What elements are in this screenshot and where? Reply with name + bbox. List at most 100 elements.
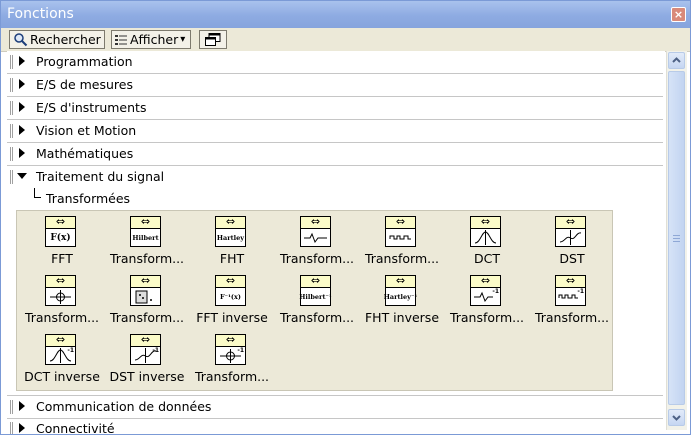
palette-item[interactable]: ⇔ -1 Transform... — [529, 272, 615, 328]
scrollbar-thumb[interactable] — [668, 71, 685, 405]
dst-icon: ⇔ — [555, 215, 586, 247]
icon-header: ⇔ — [131, 274, 160, 288]
inverse-mark-icon: -1 — [67, 347, 74, 354]
icon-glyph — [386, 230, 415, 246]
double-arrow-icon: ⇔ — [55, 274, 66, 287]
palette-item[interactable]: ⇔ Hartley FHT — [189, 213, 275, 269]
double-arrow-icon: ⇔ — [55, 333, 66, 346]
inverse-walsh-icon: ⇔ -1 — [555, 274, 586, 306]
category-signal-processing[interactable]: Traitement du signal — [7, 166, 663, 188]
icon-glyph: Hilbert⁻¹ — [299, 293, 332, 301]
category-instrument-io[interactable]: E/S d'instruments — [7, 97, 663, 120]
category-mathematics[interactable]: Mathématiques — [7, 143, 663, 166]
palette-item-label: Transform... — [364, 251, 440, 266]
palette-item[interactable]: ⇔ DCT — [444, 213, 530, 269]
scroll-down-button[interactable] — [668, 409, 685, 426]
view-menu-label: Afficher — [130, 32, 179, 47]
category-data-communication[interactable]: Communication de données — [7, 395, 663, 419]
inverse-hilbert-icon: ⇔ Hilbert⁻¹ — [299, 274, 332, 306]
expand-arrow-icon — [19, 79, 25, 89]
drag-grip-icon — [10, 147, 13, 161]
double-arrow-icon: ⇔ — [140, 274, 151, 287]
drag-grip-icon — [10, 400, 13, 414]
drag-grip-icon — [10, 422, 13, 434]
icon-glyph: Hartley⁻¹ — [383, 293, 418, 301]
icon-header: ⇔ — [131, 333, 160, 347]
palette-item[interactable]: ⇔ Transform... — [19, 272, 105, 328]
icon-header: ⇔ — [386, 215, 415, 229]
chirp-icon: ⇔ — [45, 274, 76, 306]
double-arrow-icon: ⇔ — [310, 274, 321, 287]
inverse-hartley-icon: ⇔ Hartley⁻¹ — [383, 274, 418, 306]
icon-glyph — [131, 289, 160, 305]
drag-grip-icon — [10, 101, 13, 115]
icon-header: ⇔ — [131, 215, 160, 229]
palette-item[interactable]: ⇔ Transform... — [104, 272, 190, 328]
palette-item[interactable]: ⇔ -1 Transform... — [444, 272, 530, 328]
palette-item[interactable]: ⇔ Hilbert Transform... — [104, 213, 190, 269]
fft-2d-icon: ⇔ — [130, 274, 161, 306]
palette-item-label: Transform... — [449, 310, 525, 325]
palette-item[interactable]: ⇔ -1 Transform... — [189, 331, 275, 387]
palette-item[interactable]: ⇔ DST — [529, 213, 615, 269]
double-arrow-icon: ⇔ — [225, 333, 236, 346]
search-icon — [14, 33, 28, 47]
icon-glyph: Hartley — [216, 234, 245, 242]
scroll-up-button[interactable] — [668, 52, 685, 69]
expand-arrow-icon — [19, 423, 25, 433]
icon-glyph: Hilbert — [132, 234, 159, 242]
palette-item-label: FFT inverse — [196, 310, 268, 325]
palette-item[interactable]: ⇔ -1 DST inverse — [104, 331, 190, 387]
palette-item-label: DST — [559, 251, 585, 266]
category-measurement-io[interactable]: E/S de mesures — [7, 74, 663, 97]
double-arrow-icon: ⇔ — [565, 274, 576, 287]
category-connectivity[interactable]: Connectivité — [7, 418, 663, 434]
palette-item[interactable]: ⇔ Transform... — [274, 213, 360, 269]
icon-header: ⇔ — [216, 333, 245, 347]
inverse-mark-icon: -1 — [237, 347, 244, 354]
close-button[interactable]: × — [671, 7, 686, 22]
functions-palette-window: Fonctions × Rechercher Afficher ▾ Progra… — [0, 0, 691, 435]
palette-item-label: FFT — [51, 251, 73, 266]
palette-item-label: Transform... — [279, 251, 355, 266]
palette-item[interactable]: ⇔ Hartley⁻¹ FHT inverse — [359, 272, 445, 328]
palette-item[interactable]: ⇔ F⁻¹(x) FFT inverse — [189, 272, 275, 328]
palette-item[interactable]: ⇔ -1 DCT inverse — [19, 331, 105, 387]
view-options-icon — [115, 34, 127, 45]
icon-header: ⇔ — [556, 215, 585, 229]
restore-palette-button[interactable] — [199, 30, 227, 49]
double-arrow-icon: ⇔ — [395, 274, 406, 287]
palette-item-label: FHT inverse — [364, 310, 440, 325]
wavelet-icon: ⇔ — [300, 215, 331, 247]
inverse-wavelet-icon: ⇔ -1 — [470, 274, 501, 306]
palette-item[interactable]: ⇔ F(x) FFT — [19, 213, 105, 269]
icon-header: ⇔ — [471, 215, 500, 229]
window-restore-icon — [205, 33, 221, 46]
icon-header: ⇔ — [386, 274, 415, 288]
inverse-fft-icon: ⇔ F⁻¹(x) — [215, 274, 246, 306]
icon-header: ⇔ — [216, 215, 245, 229]
palette-item[interactable]: ⇔ Hilbert⁻¹ Transform... — [274, 272, 360, 328]
double-arrow-icon: ⇔ — [310, 215, 321, 228]
dct-icon: ⇔ — [470, 215, 501, 247]
icon-header: ⇔ — [301, 215, 330, 229]
icon-header: ⇔ — [46, 333, 75, 347]
category-programming[interactable]: Programmation — [7, 51, 663, 74]
palette-item-label: Transform... — [24, 310, 100, 325]
icon-glyph — [471, 230, 500, 246]
title-bar[interactable]: Fonctions × — [1, 1, 690, 28]
drag-grip-icon — [10, 78, 13, 92]
search-button-label: Rechercher — [30, 32, 101, 47]
icon-header: ⇔ — [216, 274, 245, 288]
expand-arrow-icon — [19, 102, 25, 112]
category-vision-motion[interactable]: Vision et Motion — [7, 120, 663, 143]
drag-grip-icon — [10, 124, 13, 138]
subpalette-label[interactable]: Transformées — [46, 191, 130, 206]
search-button[interactable]: Rechercher — [9, 30, 105, 49]
palette-item-label: DCT — [474, 251, 500, 266]
palette-item-label: Transform... — [534, 310, 610, 325]
icon-glyph — [556, 230, 585, 246]
palette-item[interactable]: ⇔ Transform... — [359, 213, 445, 269]
vertical-scrollbar[interactable] — [666, 51, 687, 430]
view-menu-button[interactable]: Afficher ▾ — [111, 30, 191, 49]
